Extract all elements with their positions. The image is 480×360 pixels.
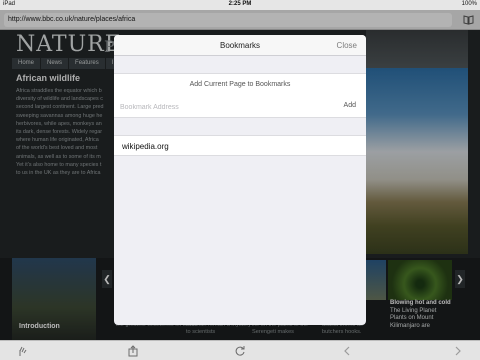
add-button[interactable]: Add [344, 102, 356, 109]
bookmark-address-row: Add [114, 96, 366, 118]
add-current-page-button[interactable]: Add Current Page to Bookmarks [114, 73, 366, 97]
bookmark-item[interactable]: wikipedia.org [114, 135, 366, 156]
reload-icon[interactable] [234, 345, 246, 357]
bookmark-label: wikipedia.org [122, 142, 169, 151]
bookmarks-popover: Bookmarks Close Add Current Page to Book… [114, 35, 366, 325]
status-time: 2:25 PM [228, 1, 252, 7]
popover-title: Bookmarks [219, 41, 260, 50]
popover-header: Bookmarks Close [114, 35, 366, 56]
battery-indicator: 100% [461, 1, 477, 7]
bookmark-address-input[interactable] [120, 100, 320, 114]
add-current-page-label: Add Current Page to Bookmarks [189, 81, 291, 88]
back-icon[interactable] [341, 345, 353, 357]
share-icon[interactable] [127, 345, 139, 357]
status-bar: iPad 2:25 PM 100% [0, 0, 480, 10]
browser-toolbar [0, 340, 480, 360]
forward-icon[interactable] [452, 345, 464, 357]
close-button[interactable]: Close [337, 41, 357, 50]
hand-icon[interactable] [16, 345, 28, 357]
